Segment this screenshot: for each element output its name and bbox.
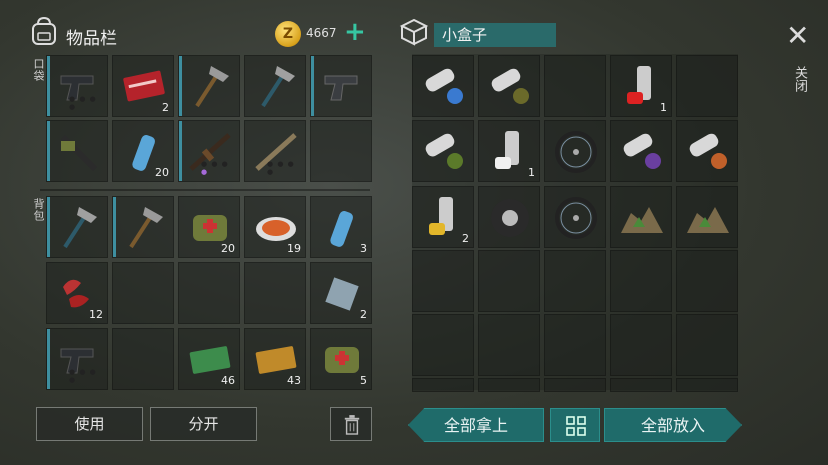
close-label[interactable]: 关闭 (790, 66, 809, 92)
pocket-slot-rifle[interactable]: ● ● ● ● (178, 120, 240, 182)
container-slot-empty[interactable] (676, 55, 738, 117)
scrap-pile-icon (621, 207, 663, 233)
backpack-icon (32, 16, 56, 45)
container-slot-empty[interactable] (412, 378, 474, 392)
container-slot-scrap-2[interactable] (676, 186, 738, 248)
coin-icon: Z (275, 21, 301, 47)
container-slot-spray-red[interactable]: 1 (610, 55, 672, 117)
pistol-icon (324, 75, 358, 101)
backpack-slot-food[interactable]: 19 (244, 196, 306, 258)
pocket-slot-empty[interactable] (310, 120, 372, 182)
spray-can-icon (689, 133, 727, 169)
backpack-slot-empty[interactable] (244, 262, 306, 324)
tire-icon (491, 199, 529, 237)
axe-icon (195, 66, 229, 108)
put-all-button[interactable]: 全部放入 (604, 408, 742, 442)
backpack-slot-axe-2[interactable] (112, 196, 174, 258)
container-slot-empty[interactable] (412, 314, 474, 376)
bike-wheel-icon (555, 197, 597, 239)
take-all-button[interactable]: 全部拿上 (408, 408, 544, 442)
container-slot-can-green[interactable] (412, 120, 474, 182)
backpack-slot-pistol[interactable]: ● ● ● ● (46, 328, 108, 390)
container-slot-empty[interactable] (544, 378, 606, 392)
split-button[interactable]: 分开 (150, 407, 257, 441)
sort-button[interactable] (550, 408, 600, 442)
coin-count: 4667 (306, 26, 337, 40)
container-title: 小盒子 (434, 23, 556, 47)
box-icon (399, 18, 429, 46)
spray-can-icon (623, 133, 661, 169)
section-divider (40, 189, 370, 191)
pocket-slot-flamethrower[interactable] (46, 120, 108, 182)
pocket-label: 口袋 (32, 58, 45, 82)
pocket-slot-axe-2[interactable] (244, 55, 306, 117)
container-slot-empty[interactable] (544, 250, 606, 312)
scrap-pile-icon (687, 207, 729, 233)
backpack-slot-metal-plate[interactable]: 2 (310, 262, 372, 324)
backpack-slot-empty[interactable] (112, 262, 174, 324)
container-slot-empty[interactable] (478, 314, 540, 376)
flamethrower-icon (60, 134, 98, 172)
backpack-slot-axe[interactable] (46, 196, 108, 258)
axe-icon (63, 207, 97, 249)
trash-icon (344, 415, 360, 435)
bike-wheel-icon (555, 131, 597, 173)
use-button[interactable]: 使用 (36, 407, 143, 441)
spray-can-icon (491, 68, 529, 104)
pocket-slot-axe[interactable] (178, 55, 240, 117)
container-slot-empty[interactable] (676, 378, 738, 392)
container-slot-scrap[interactable] (610, 186, 672, 248)
backpack-slot-coupon-green[interactable]: 46 (178, 328, 240, 390)
pocket-slot-pistol[interactable]: ● ● ● ● (46, 55, 108, 117)
backpack-slot-coupon-gold[interactable]: 43 (244, 328, 306, 390)
backpack-slot-water-bottle[interactable]: 3 (310, 196, 372, 258)
container-slot-empty[interactable] (676, 250, 738, 312)
container-slot-can-camo[interactable] (478, 55, 540, 117)
pocket-slot-water-bottle[interactable]: 20 (112, 120, 174, 182)
container-slot-can-orange[interactable] (676, 120, 738, 182)
pocket-slot-pistol-2[interactable] (310, 55, 372, 117)
axe-icon (261, 66, 295, 108)
backpack-slot-empty[interactable] (178, 262, 240, 324)
backpack-slot-medbag[interactable]: 5 (310, 328, 372, 390)
container-slot-wheel-2[interactable] (544, 186, 606, 248)
spray-can-icon (425, 68, 463, 104)
inventory-title: 物品栏 (66, 29, 117, 49)
container-slot-tire[interactable] (478, 186, 540, 248)
trash-button[interactable] (330, 407, 372, 441)
container-slot-can-purple[interactable] (610, 120, 672, 182)
container-slot-empty[interactable] (544, 55, 606, 117)
pocket-slot-coupon-red[interactable]: 2 (112, 55, 174, 117)
container-slot-spray-white[interactable]: 1 (478, 120, 540, 182)
backpack-label: 背包 (32, 198, 45, 222)
container-slot-empty[interactable] (544, 314, 606, 376)
container-slot-empty[interactable] (610, 314, 672, 376)
container-slot-empty[interactable] (478, 250, 540, 312)
spray-can-icon (425, 133, 463, 169)
container-slot-empty[interactable] (610, 250, 672, 312)
container-slot-wheel[interactable] (544, 120, 606, 182)
backpack-slot-empty[interactable] (112, 328, 174, 390)
container-slot-empty[interactable] (610, 378, 672, 392)
container-slot-empty[interactable] (478, 378, 540, 392)
backpack-slot-meat[interactable]: 12 (46, 262, 108, 324)
container-slot-can-blue[interactable] (412, 55, 474, 117)
close-icon[interactable]: ✕ (786, 22, 809, 50)
container-slot-empty[interactable] (676, 314, 738, 376)
pocket-slot-rifle-2[interactable]: ● ● ● ● (244, 120, 306, 182)
container-slot-empty[interactable] (412, 250, 474, 312)
add-coins-button[interactable]: + (344, 17, 366, 47)
backpack-slot-medkit[interactable]: 20 (178, 196, 240, 258)
container-slot-spray-yellow[interactable]: 2 (412, 186, 474, 248)
axe-icon (129, 207, 163, 249)
sort-grid-icon (566, 416, 586, 436)
